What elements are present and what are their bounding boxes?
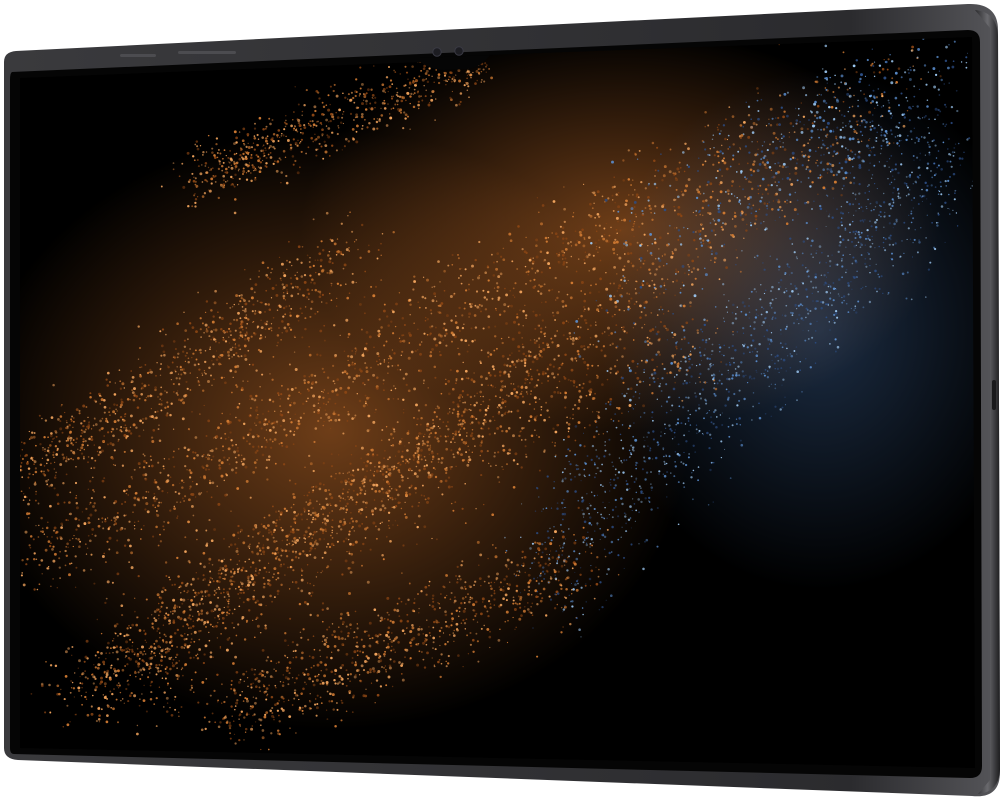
front-camera-icon [432,47,442,57]
front-camera-icon [454,46,464,56]
side-port [992,380,996,410]
product-photo [0,0,1000,799]
volume-button[interactable] [178,51,236,54]
volume-button[interactable] [120,54,156,57]
screen [20,37,975,768]
tablet-illustration [4,3,1000,797]
